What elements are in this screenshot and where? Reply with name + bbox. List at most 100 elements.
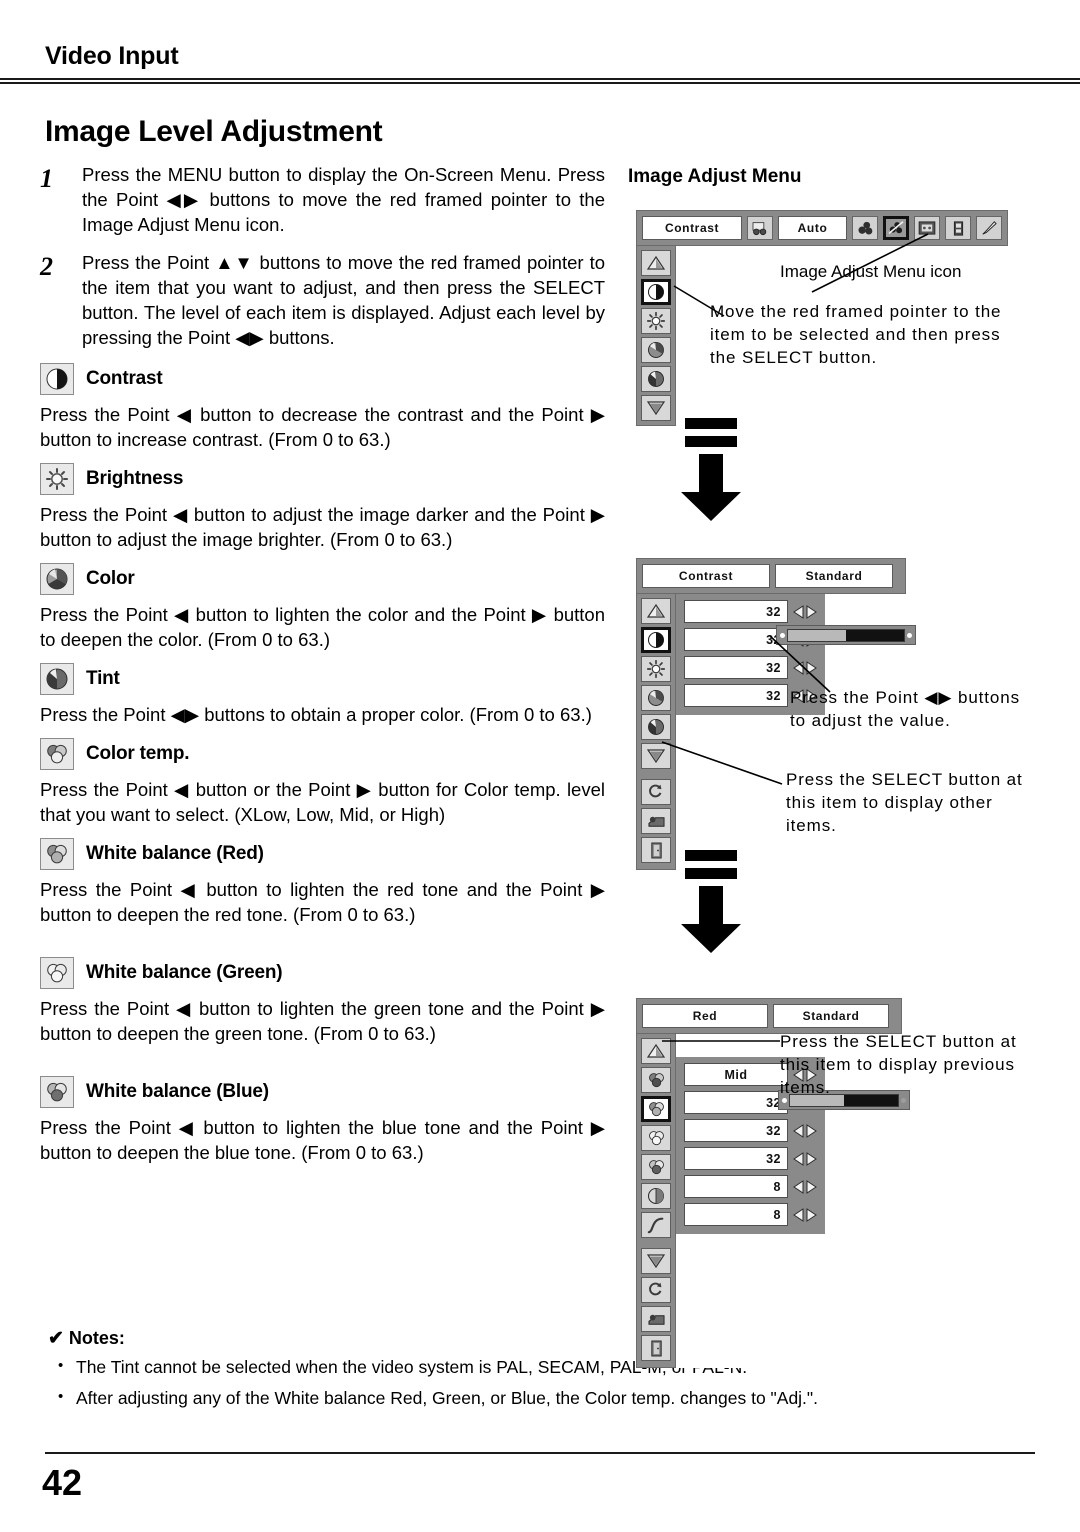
osd-mid-slider[interactable] xyxy=(776,625,916,645)
note-text: After adjusting any of the White balance… xyxy=(76,1388,818,1408)
osd-field-left: Red xyxy=(642,1004,768,1028)
screen-icon[interactable] xyxy=(914,216,940,240)
tint-icon[interactable] xyxy=(641,366,671,392)
flow-arrow-down xyxy=(678,418,744,522)
section-label: White balance (Blue) xyxy=(86,1081,269,1102)
reset-icon[interactable] xyxy=(641,1277,671,1303)
value-row: 32 xyxy=(684,1147,817,1170)
section-text: Press the Point ◀ button to lighten the … xyxy=(40,604,605,650)
section-text: Press the Point ◀ button or the Point ▶ … xyxy=(40,779,605,825)
section-label: Contrast xyxy=(86,368,163,389)
value-field[interactable]: 8 xyxy=(684,1203,788,1226)
section-contrast: Contrast Press the Point ◀ button to dec… xyxy=(40,363,605,452)
value-field[interactable]: 32 xyxy=(684,1147,788,1170)
section-label: Brightness xyxy=(86,468,184,489)
quit-icon[interactable] xyxy=(641,837,671,863)
value-field[interactable]: 8 xyxy=(684,1175,788,1198)
value-field[interactable]: 32 xyxy=(684,1091,788,1114)
footer-rule xyxy=(45,1452,1035,1454)
white-balance-green-icon xyxy=(40,957,74,989)
white-balance-blue-icon[interactable] xyxy=(641,1154,671,1180)
scroll-up-icon[interactable] xyxy=(641,1038,671,1064)
pointer-icon[interactable] xyxy=(976,216,1002,240)
value-row: 32 xyxy=(684,600,817,623)
store-icon[interactable] xyxy=(641,1306,671,1332)
contrast-icon[interactable] xyxy=(641,279,671,305)
page-title: Image Level Adjustment xyxy=(45,115,383,148)
section-white-balance-green: White balance (Green) Press the Point ◀ … xyxy=(40,957,605,1046)
brightness-icon[interactable] xyxy=(641,656,671,682)
quit-icon[interactable] xyxy=(641,1335,671,1361)
section-title: Video Input xyxy=(45,42,179,70)
osd-menu-bar: Contrast Standard xyxy=(636,558,906,594)
scroll-up-icon[interactable] xyxy=(641,598,671,624)
gamma-icon[interactable] xyxy=(641,1212,671,1238)
right-column: Image Adjust Menu xyxy=(628,166,1048,200)
check-icon: ✔ xyxy=(48,1328,64,1349)
value-field[interactable]: 32 xyxy=(684,1119,788,1142)
value-row: 32 xyxy=(684,1119,817,1142)
right-column-title: Image Adjust Menu xyxy=(628,166,802,187)
section-text: Press the Point ◀ button to lighten the … xyxy=(40,998,605,1044)
section-text: Press the Point ◀▶ buttons to obtain a p… xyxy=(40,704,592,725)
value-field[interactable]: 32 xyxy=(684,600,788,623)
sharpness-icon[interactable] xyxy=(641,1183,671,1209)
input-icon[interactable] xyxy=(747,216,774,240)
reset-icon[interactable] xyxy=(641,779,671,805)
osd-field-right: Standard xyxy=(773,1004,889,1028)
left-right-arrows-icon[interactable] xyxy=(793,604,817,619)
osd-sidebar xyxy=(636,594,676,870)
tint-icon xyxy=(40,663,74,695)
scroll-down-icon[interactable] xyxy=(641,1248,671,1274)
sound-icon[interactable] xyxy=(852,216,878,240)
page-header: Video Input xyxy=(45,44,1035,69)
value-row: 8 xyxy=(684,1203,817,1226)
callout-move-pointer: Move the red framed pointer to the item … xyxy=(710,302,1002,367)
section-tint: Tint Press the Point ◀▶ buttons to obtai… xyxy=(40,663,605,727)
value-field[interactable]: Mid xyxy=(684,1063,788,1086)
value-row: 32 xyxy=(684,656,817,679)
callout-display-previous: Press the SELECT button at this item to … xyxy=(780,1032,1017,1097)
left-right-arrows-icon[interactable] xyxy=(793,1123,817,1138)
page-number: 42 xyxy=(42,1462,83,1503)
note-item: • After adjusting any of the White balan… xyxy=(48,1387,1038,1409)
section-white-balance-blue: White balance (Blue) Press the Point ◀ b… xyxy=(40,1076,605,1165)
left-right-arrows-icon[interactable] xyxy=(793,1179,817,1194)
image-adjust-icon[interactable] xyxy=(883,216,909,240)
brightness-icon[interactable] xyxy=(641,308,671,334)
section-text: Press the Point ◀ button to adjust the i… xyxy=(40,504,605,550)
section-color: Color Press the Point ◀ button to lighte… xyxy=(40,563,605,652)
contrast-icon[interactable] xyxy=(641,627,671,653)
value-field[interactable]: 32 xyxy=(684,628,788,651)
section-label: Tint xyxy=(86,668,120,689)
left-right-arrows-icon[interactable] xyxy=(793,1207,817,1222)
left-right-arrows-icon[interactable] xyxy=(793,1151,817,1166)
white-balance-red-icon xyxy=(40,838,74,870)
step-2: 2 Press the Point ▲▼ buttons to move the… xyxy=(40,250,605,350)
section-text: Press the Point ◀ button to decrease the… xyxy=(40,404,605,450)
callout-display-other: Press the SELECT button at this item to … xyxy=(786,770,1023,835)
tint-icon[interactable] xyxy=(641,714,671,740)
left-right-arrows-icon[interactable] xyxy=(793,660,817,675)
scroll-up-icon[interactable] xyxy=(641,250,671,276)
section-white-balance-red: White balance (Red) Press the Point ◀ bu… xyxy=(40,838,605,927)
value-field[interactable]: 32 xyxy=(684,684,788,707)
color-icon[interactable] xyxy=(641,337,671,363)
section-color-temp: Color temp. Press the Point ◀ button or … xyxy=(40,738,605,827)
osd-field-right: Auto xyxy=(778,216,847,240)
step-number: 2 xyxy=(40,252,53,281)
bullet-icon: • xyxy=(58,1357,64,1374)
contrast-icon xyxy=(40,363,74,395)
color-temp-icon[interactable] xyxy=(641,1067,671,1093)
scroll-down-icon[interactable] xyxy=(641,743,671,769)
step-1: 1 Press the MENU button to display the O… xyxy=(40,162,605,237)
white-balance-green-icon[interactable] xyxy=(641,1125,671,1151)
white-balance-red-icon[interactable] xyxy=(641,1096,671,1122)
setting-icon[interactable] xyxy=(945,216,971,240)
color-icon[interactable] xyxy=(641,685,671,711)
store-icon[interactable] xyxy=(641,808,671,834)
scroll-down-icon[interactable] xyxy=(641,395,671,421)
value-field[interactable]: 32 xyxy=(684,656,788,679)
value-row: 8 xyxy=(684,1175,817,1198)
osd-menu-bar: Red Standard xyxy=(636,998,902,1034)
